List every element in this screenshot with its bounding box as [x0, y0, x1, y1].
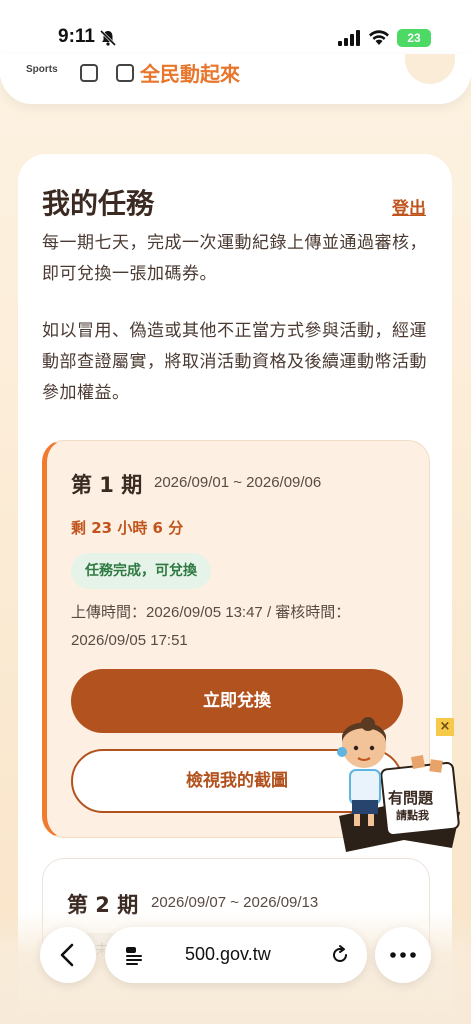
more-icon: [390, 952, 416, 958]
signal-icon: [338, 30, 360, 46]
header-sports-label: Sports: [26, 64, 58, 75]
period-dates: 2026/09/07 ~ 2026/09/13: [151, 894, 319, 911]
period-dates: 2026/09/01 ~ 2026/09/06: [154, 474, 322, 491]
status-badge: 任務完成，可兌換: [71, 553, 211, 589]
mission-description: 每一期七天，完成一次運動紀錄上傳並通過審核，即可兌換一張加碼券。: [42, 233, 427, 284]
back-button[interactable]: [40, 927, 96, 983]
chevron-left-icon: [60, 943, 74, 967]
bell-slash-icon: [99, 29, 117, 47]
site-header: Sports 全民動起來: [0, 54, 471, 104]
header-logo-box: [80, 64, 98, 82]
warning-description: 如以冒用、偽造或其他不正當方式參與活動，經運動部查證屬實，將取消活動資格及後續運…: [42, 321, 427, 403]
missions-card: 我的任務 登出 每一期七天，完成一次運動紀錄上傳並通過審核，即可兌換一張加碼券。…: [18, 154, 452, 1024]
help-text[interactable]: 有問題: [388, 787, 433, 808]
more-button[interactable]: [375, 927, 431, 983]
url-text[interactable]: 500.gov.tw: [185, 944, 271, 965]
period-name: 第 1 期: [71, 473, 143, 497]
address-bar[interactable]: 500.gov.tw: [105, 927, 367, 983]
header-logo-box: [116, 64, 134, 82]
header-menu-button[interactable]: [405, 54, 455, 84]
reload-icon[interactable]: [329, 944, 351, 966]
status-time: 9:11: [58, 26, 95, 47]
reader-icon[interactable]: [123, 944, 145, 966]
page-title: 我的任務: [42, 187, 155, 220]
time-remaining: 剩 23 小時 6 分: [71, 519, 184, 537]
battery-indicator: 23: [397, 29, 431, 47]
wifi-icon: [369, 30, 389, 45]
logout-link[interactable]: 登出: [392, 194, 426, 219]
help-subtext[interactable]: 請點我: [396, 807, 429, 823]
header-logo-text[interactable]: 全民動起來: [140, 58, 240, 87]
mascot-close-button[interactable]: ×: [436, 718, 454, 736]
upload-review-times: 上傳時間：2026/09/05 13:47 / 審核時間：2026/09/05 …: [71, 604, 351, 649]
